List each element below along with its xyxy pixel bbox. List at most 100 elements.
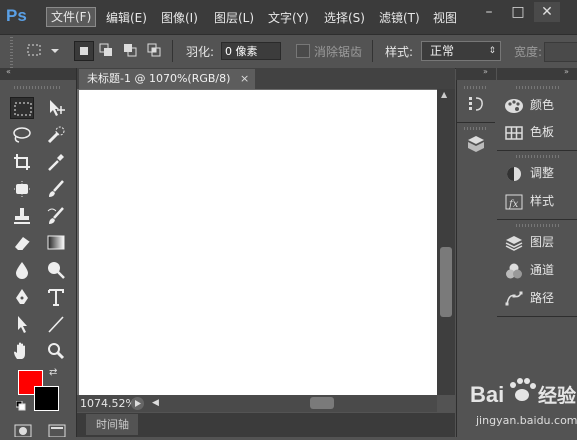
color-panel-tab[interactable]: 颜色: [504, 95, 554, 115]
watermark-brand-cn: 经验: [538, 384, 577, 407]
move-tool-icon[interactable]: [44, 97, 68, 119]
menu-filter[interactable]: 滤镜(T): [379, 9, 420, 27]
hand-tool-icon[interactable]: [10, 340, 34, 362]
watermark-url: jingyan.baidu.com: [475, 414, 577, 427]
layers-panel-label: 图层: [530, 235, 555, 249]
crop-tool-icon[interactable]: [10, 151, 34, 173]
menu-image[interactable]: 图像(I): [161, 9, 198, 27]
intersect-selection-icon[interactable]: [146, 42, 162, 58]
channels-icon: [504, 263, 524, 279]
horizontal-scrollbar-thumb[interactable]: [310, 397, 334, 409]
menu-view[interactable]: 视图: [433, 9, 457, 27]
scroll-left-arrow-icon[interactable]: ◀: [152, 396, 162, 410]
swap-colors-icon[interactable]: ⇄: [49, 367, 61, 379]
layers-panel-tab[interactable]: 图层: [504, 232, 554, 252]
lasso-tool-icon[interactable]: [10, 124, 34, 146]
document-tab-close-icon[interactable]: ×: [240, 69, 254, 89]
paths-panel-tab[interactable]: 路径: [504, 288, 554, 308]
background-color-swatch[interactable]: [34, 386, 59, 411]
toolbox-grip[interactable]: [14, 86, 62, 89]
panel-grip[interactable]: [516, 86, 560, 89]
history-panel-icon[interactable]: [465, 94, 487, 114]
line-tool-icon[interactable]: [44, 313, 68, 335]
status-info-icon[interactable]: [131, 397, 144, 410]
width-label: 宽度:: [514, 45, 543, 59]
grid-icon: [504, 125, 524, 141]
type-tool-icon[interactable]: [44, 286, 68, 308]
history-brush-tool-icon[interactable]: [44, 205, 68, 227]
gradient-tool-icon[interactable]: [44, 232, 68, 254]
timeline-tab[interactable]: 时间轴: [86, 414, 138, 435]
divider: [497, 316, 577, 318]
style-value: 正常: [430, 44, 455, 58]
quick-mask-icon[interactable]: [14, 424, 32, 438]
maximize-button[interactable]: □: [505, 2, 531, 22]
adjustments-panel-label: 调整: [530, 166, 555, 180]
antialias-checkbox[interactable]: [296, 44, 310, 58]
clone-stamp-tool-icon[interactable]: [10, 205, 34, 227]
paw-logo-icon: [510, 378, 536, 401]
vertical-scrollbar-thumb[interactable]: [440, 247, 452, 317]
expand-arrows-icon[interactable]: »: [483, 67, 488, 76]
properties-panel-icon[interactable]: [465, 134, 487, 154]
panel-grip[interactable]: [516, 155, 560, 158]
zoom-tool-icon[interactable]: [44, 340, 68, 362]
baidu-jingyan-watermark: Bai 经验 jingyan.baidu.com: [446, 372, 577, 437]
paths-icon: [504, 291, 524, 307]
adjustments-panel-tab[interactable]: 调整: [504, 163, 554, 183]
adjustments-icon: [504, 166, 524, 182]
fx-icon: fx: [504, 194, 524, 210]
options-grip[interactable]: [10, 35, 13, 68]
divider: [457, 122, 495, 123]
dock-grip[interactable]: [464, 127, 488, 130]
menu-select[interactable]: 选择(S): [324, 9, 365, 27]
style-select[interactable]: 正常 ⇕: [421, 41, 501, 61]
collapse-arrows-icon[interactable]: «: [6, 67, 11, 76]
default-colors-icon[interactable]: [15, 400, 26, 411]
menu-type[interactable]: 文字(Y): [268, 9, 309, 27]
quick-selection-tool-icon[interactable]: [44, 124, 68, 146]
dodge-tool-icon[interactable]: [44, 259, 68, 281]
panel-grip[interactable]: [516, 224, 560, 227]
rectangular-marquee-tool-icon[interactable]: [10, 97, 34, 119]
menu-edit[interactable]: 编辑(E): [106, 9, 147, 27]
styles-panel-label: 样式: [530, 194, 555, 208]
swatches-panel-tab[interactable]: 色板: [504, 122, 554, 142]
vertical-scrollbar[interactable]: [437, 89, 455, 395]
path-selection-tool-icon[interactable]: [10, 313, 34, 335]
divider: [497, 150, 577, 152]
eyedropper-tool-icon[interactable]: [44, 151, 68, 173]
canvas[interactable]: [79, 90, 437, 395]
new-selection-icon[interactable]: [74, 41, 94, 61]
scroll-up-arrow-icon[interactable]: ▲: [441, 91, 451, 99]
panel-dock-header[interactable]: »: [497, 67, 577, 80]
styles-panel-tab[interactable]: fx 样式: [504, 191, 554, 211]
width-input[interactable]: [544, 42, 577, 62]
svg-text:fx: fx: [508, 199, 519, 210]
screen-mode-icon[interactable]: [48, 424, 66, 438]
minimize-button[interactable]: –: [476, 2, 502, 22]
marquee-preset-icon[interactable]: [26, 42, 42, 58]
menu-bar: Ps 文件(F) 编辑(E) 图像(I) 图层(L) 文字(Y) 选择(S) 滤…: [0, 0, 577, 34]
menu-file[interactable]: 文件(F): [46, 7, 97, 27]
add-to-selection-icon[interactable]: [98, 42, 114, 58]
channels-panel-tab[interactable]: 通道: [504, 260, 554, 280]
zoom-level[interactable]: 1074.52%: [80, 397, 136, 410]
subtract-from-selection-icon[interactable]: [122, 42, 138, 58]
paths-panel-label: 路径: [530, 291, 555, 305]
brush-tool-icon[interactable]: [44, 178, 68, 200]
spot-healing-brush-icon[interactable]: [10, 178, 34, 200]
preset-dropdown-icon[interactable]: [50, 42, 66, 58]
document-tab[interactable]: 未标题-1 @ 1070%(RGB/8): [79, 69, 255, 89]
menu-layer[interactable]: 图层(L): [214, 9, 254, 27]
dock-header[interactable]: »: [456, 67, 496, 80]
close-button[interactable]: ✕: [534, 2, 560, 22]
toolbox-header[interactable]: «: [0, 67, 76, 80]
blur-tool-icon[interactable]: [10, 259, 34, 281]
feather-input[interactable]: 0 像素: [221, 42, 281, 60]
dock-grip[interactable]: [464, 86, 488, 89]
eraser-tool-icon[interactable]: [10, 232, 34, 254]
pen-tool-icon[interactable]: [10, 286, 34, 308]
collapse-arrows-icon[interactable]: »: [564, 67, 569, 76]
layers-icon: [504, 235, 524, 251]
